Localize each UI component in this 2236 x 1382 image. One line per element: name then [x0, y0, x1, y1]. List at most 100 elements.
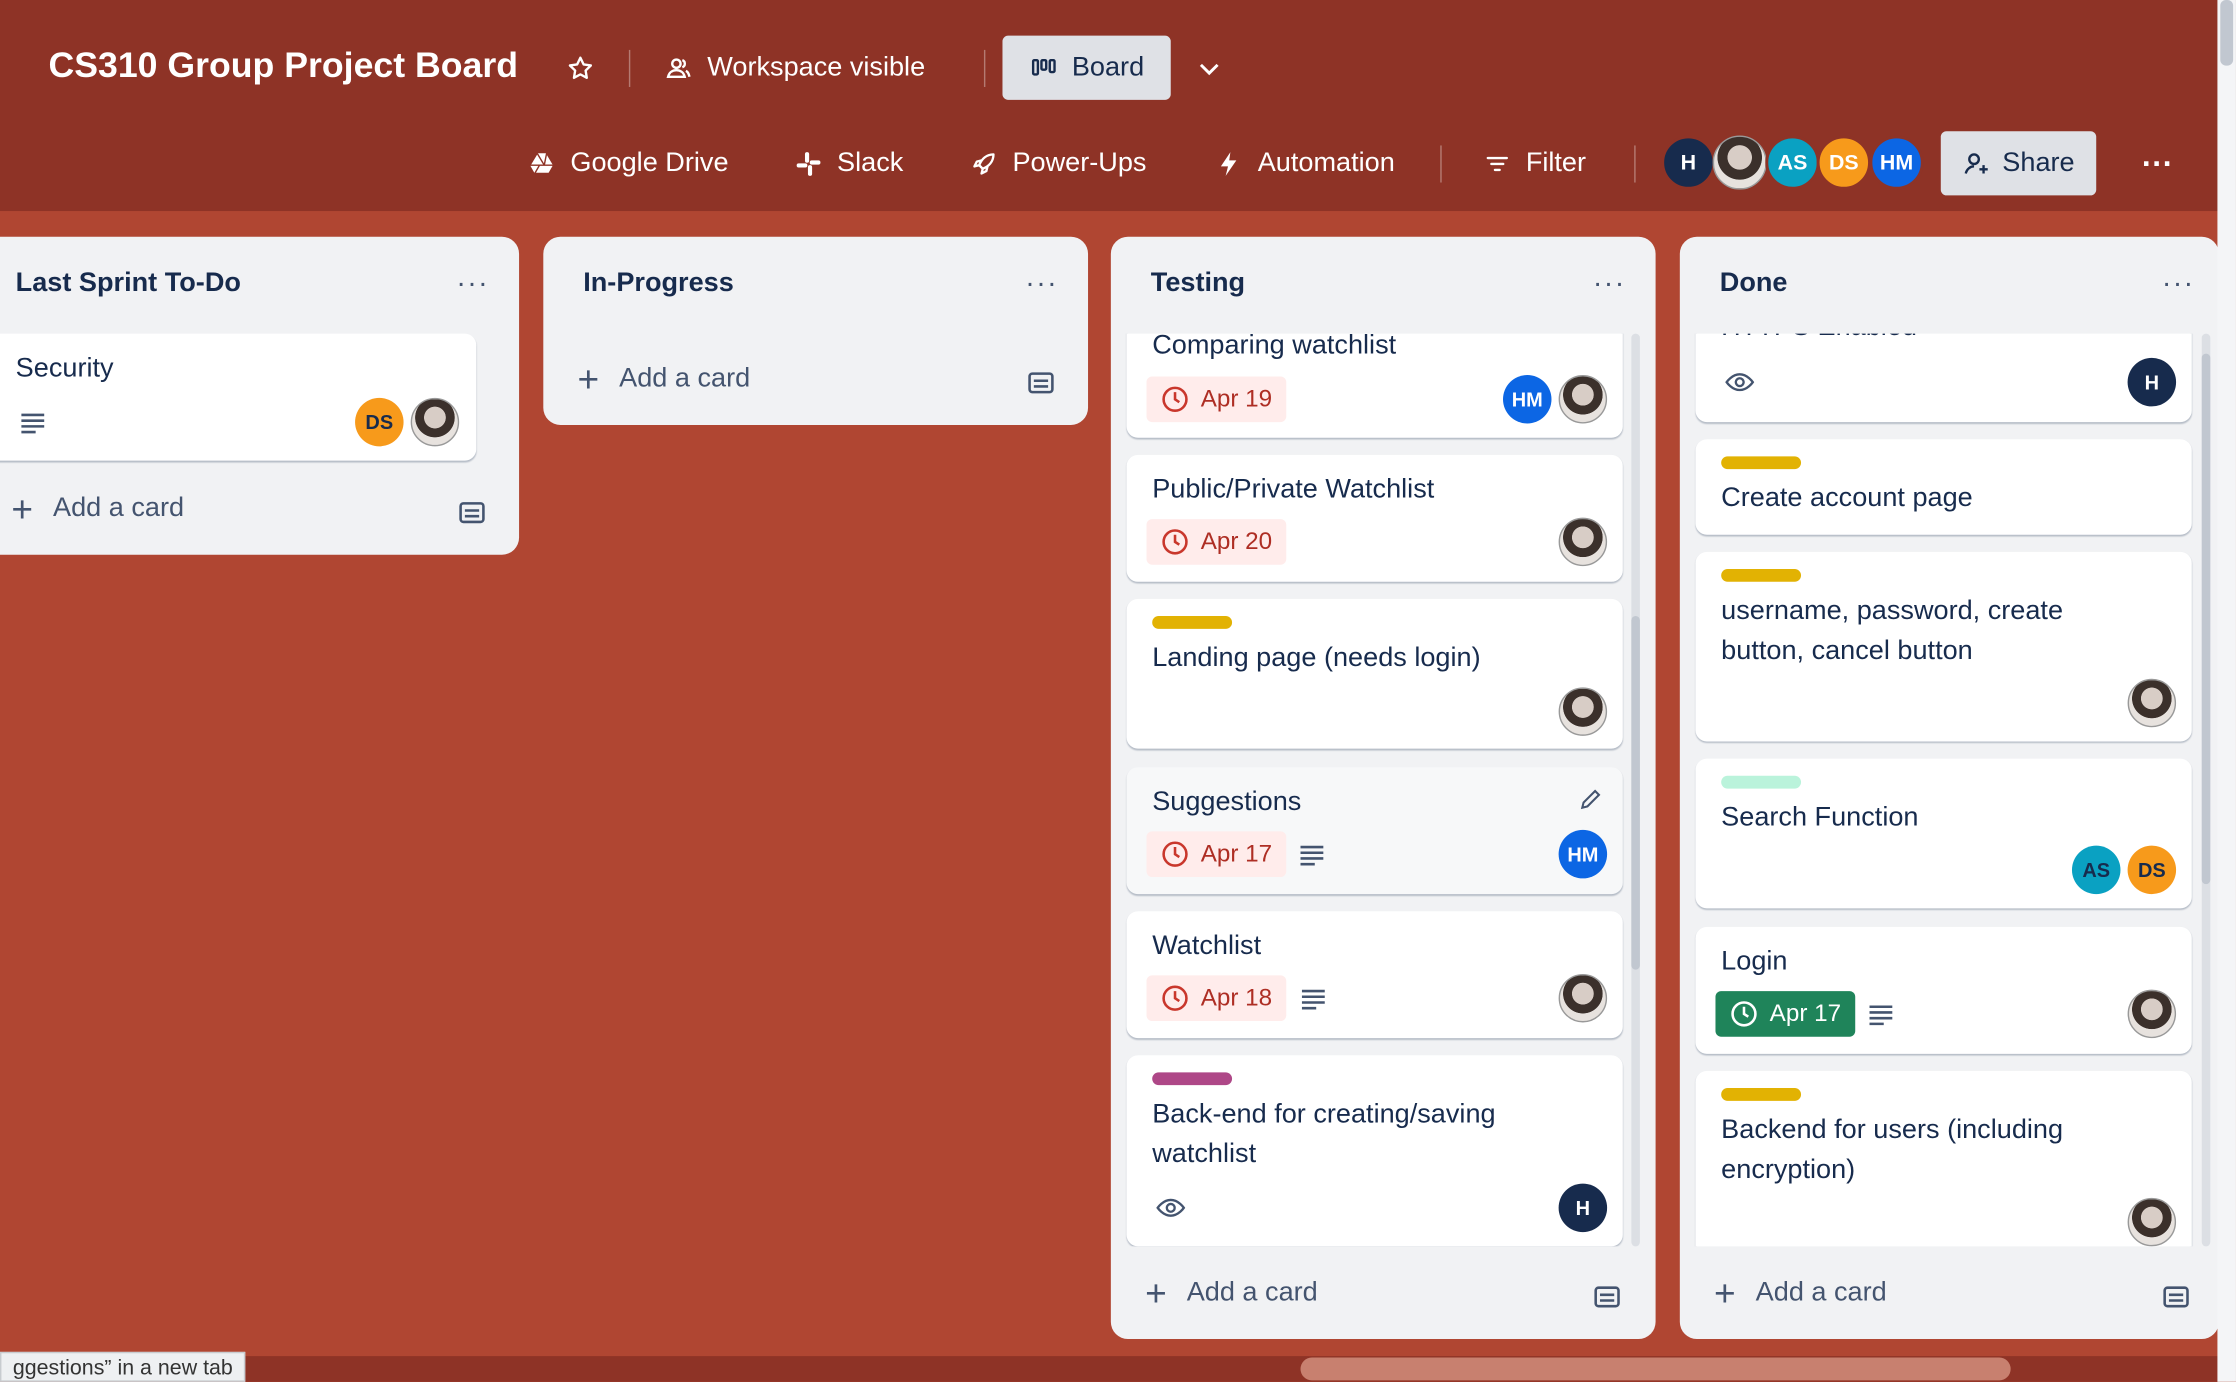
card-label[interactable]	[1721, 456, 1802, 470]
description-icon	[1300, 845, 1324, 866]
people-icon	[666, 58, 691, 78]
due-date-badge[interactable]: Apr 20	[1146, 519, 1287, 565]
card-template-icon[interactable]	[456, 496, 487, 527]
board-header: CS310 Group Project Board Workspace visi…	[0, 0, 2236, 212]
list-menu-button[interactable]: ···	[456, 268, 489, 301]
power-ups-label: Power-Ups	[1012, 148, 1147, 179]
card-member-avatar-photo[interactable]	[2127, 989, 2177, 1039]
card-label[interactable]	[1721, 568, 1802, 582]
clock-icon	[1162, 529, 1188, 555]
card[interactable]: Backend for users (including encryption)	[1695, 1070, 2192, 1247]
card-member-avatar-photo[interactable]	[410, 397, 460, 447]
card[interactable]: Watchlist Apr 18	[1126, 911, 1623, 1039]
view-switcher-button[interactable]	[1195, 40, 1224, 97]
card-member-avatar-photo[interactable]	[1558, 687, 1608, 736]
list-title[interactable]: In-Progress	[583, 268, 734, 299]
card-label[interactable]	[1152, 616, 1233, 629]
list-title[interactable]: Done	[1720, 268, 1788, 299]
card-label[interactable]	[1721, 775, 1802, 789]
card[interactable]: Public/Private Watchlist Apr 20	[1126, 454, 1623, 582]
add-card-button[interactable]: + Add a card	[578, 361, 751, 398]
card[interactable]: username, password, create button, cance…	[1695, 551, 2192, 742]
lightning-icon	[1220, 152, 1237, 176]
separator	[983, 49, 986, 87]
card-member-avatar-photo[interactable]	[1558, 973, 1608, 1023]
card-member-avatar[interactable]: AS	[2071, 845, 2121, 895]
eye-icon	[1725, 373, 1755, 392]
list-in-progress: In-Progress ··· + Add a card	[543, 236, 1089, 425]
card[interactable]: Comparing watchlist Apr 19 HM	[1126, 333, 1623, 438]
card[interactable]: Search Function AS DS	[1695, 758, 2192, 909]
card[interactable]: HTTPS Enabled H	[1695, 333, 2192, 423]
card[interactable]: Login Apr 17	[1695, 926, 2192, 1054]
list-menu-button[interactable]: ···	[1593, 268, 1626, 301]
due-date-badge[interactable]: Apr 18	[1146, 975, 1287, 1022]
member-avatar[interactable]: AS	[1765, 135, 1820, 190]
due-date-label: Apr 20	[1200, 527, 1273, 555]
card-member-avatar[interactable]: HM	[1558, 829, 1608, 879]
list-menu-button[interactable]: ···	[2162, 268, 2195, 301]
add-card-label: Add a card	[619, 363, 751, 394]
add-card-button[interactable]: + Add a card	[1714, 1275, 1887, 1312]
card[interactable]: Security DS	[0, 333, 477, 461]
due-date-badge-complete[interactable]: Apr 17	[1715, 991, 1856, 1037]
list-scrollbar-thumb[interactable]	[2201, 353, 2211, 885]
list-title[interactable]: Last Sprint To-Do	[16, 268, 241, 299]
member-avatar[interactable]: HM	[1869, 135, 1924, 190]
card-template-icon[interactable]	[1025, 366, 1056, 397]
card-member-avatar-photo[interactable]	[1558, 375, 1608, 424]
add-card-label: Add a card	[1755, 1277, 1887, 1308]
card-member-avatar[interactable]: HM	[1503, 375, 1552, 424]
board-menu-button[interactable]: ···	[2142, 135, 2173, 192]
power-ups-button[interactable]: Power-Ups	[970, 135, 1147, 192]
card[interactable]: Create account page	[1695, 439, 2192, 535]
google-drive-label: Google Drive	[570, 148, 729, 179]
card-member-avatar-photo[interactable]	[2127, 678, 2177, 728]
card[interactable]: Back-end for creating/saving watchlist H	[1126, 1055, 1623, 1247]
list-menu-button[interactable]: ···	[1025, 268, 1058, 301]
add-card-button[interactable]: + Add a card	[1145, 1275, 1318, 1312]
slack-button[interactable]: Slack	[794, 135, 903, 192]
due-date-badge[interactable]: Apr 17	[1146, 831, 1287, 877]
list-last-sprint-todo: Last Sprint To-Do ··· Security DS + Add …	[0, 236, 520, 555]
card-label[interactable]	[1721, 1088, 1802, 1101]
filter-button[interactable]: Filter	[1483, 135, 1586, 192]
card-template-icon[interactable]	[2160, 1281, 2191, 1312]
card[interactable]: Landing page (needs login)	[1126, 598, 1623, 749]
visibility-button[interactable]: Workspace visible	[665, 40, 925, 97]
card-member-avatar[interactable]: DS	[2127, 845, 2177, 895]
pencil-icon[interactable]	[1577, 787, 1603, 813]
card-member-avatar-photo[interactable]	[1558, 517, 1608, 567]
separator	[1634, 145, 1636, 183]
card-label[interactable]	[1152, 1072, 1233, 1086]
card-title: Public/Private Watchlist	[1152, 474, 1435, 505]
board-title[interactable]: CS310 Group Project Board	[48, 46, 518, 87]
card-template-icon[interactable]	[1591, 1281, 1622, 1312]
card-member-avatar-photo[interactable]	[2127, 1197, 2177, 1247]
card[interactable]: Suggestions Apr 17 HM	[1126, 767, 1623, 895]
board-scrollbar-thumb[interactable]	[1300, 1357, 2011, 1381]
share-button[interactable]: Share	[1940, 131, 2097, 196]
member-avatar[interactable]: DS	[1816, 135, 1871, 190]
board-view-button[interactable]: Board	[1002, 35, 1171, 100]
google-drive-button[interactable]: Google Drive	[528, 135, 729, 192]
card-title: Landing page (needs login)	[1152, 643, 1481, 674]
member-avatar-photo[interactable]	[1712, 135, 1767, 190]
card-member-avatar[interactable]: H	[2127, 357, 2177, 407]
automation-button[interactable]: Automation	[1215, 135, 1395, 192]
card-member-avatar[interactable]: H	[1558, 1183, 1608, 1233]
add-card-button[interactable]: + Add a card	[11, 491, 184, 528]
card-member-avatar[interactable]: DS	[355, 397, 404, 447]
filter-label: Filter	[1525, 148, 1587, 179]
filter-icon	[1486, 156, 1508, 172]
add-person-icon	[1964, 152, 1988, 174]
member-avatar[interactable]: H	[1661, 135, 1716, 190]
star-button[interactable]	[566, 40, 595, 97]
window-scrollbar-thumb[interactable]	[2220, 0, 2234, 66]
card-title: username, password, create button, cance…	[1721, 596, 2064, 666]
window-scrollbar[interactable]	[2217, 0, 2236, 1382]
list-scrollbar-thumb[interactable]	[1631, 616, 1640, 970]
due-date-badge[interactable]: Apr 19	[1146, 376, 1287, 423]
list-title[interactable]: Testing	[1151, 268, 1245, 299]
card-title: HTTPS Enabled	[1721, 334, 1917, 348]
